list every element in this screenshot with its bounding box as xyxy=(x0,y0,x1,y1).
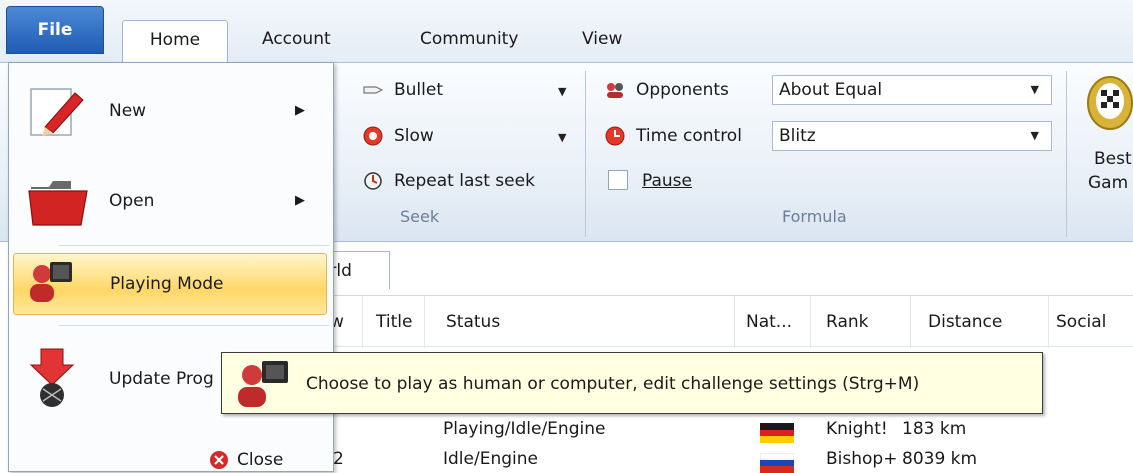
tab-account[interactable]: Account xyxy=(262,20,331,62)
time-control-label-item: Time control xyxy=(604,121,742,151)
best-games-label-line2: Gam xyxy=(1088,173,1129,193)
submenu-arrow-icon: ▶ xyxy=(295,193,305,208)
seek-group-label: Seek xyxy=(400,207,440,226)
slow-label: Slow xyxy=(394,126,434,146)
flag-ru-icon xyxy=(760,453,794,473)
column-header-status[interactable]: Status xyxy=(446,296,500,348)
trophy-icon xyxy=(1087,76,1133,130)
opponents-label: Opponents xyxy=(636,80,729,100)
menu-item-playing-mode-label: Playing Mode xyxy=(110,274,224,294)
column-header-rank[interactable]: Rank xyxy=(826,296,868,348)
close-button[interactable]: Close xyxy=(209,447,283,473)
ribbon-tab-strip: File Home Account Community View xyxy=(0,0,1133,62)
column-divider xyxy=(910,296,911,348)
rank-cell: Knight! xyxy=(826,419,888,439)
bullet-button[interactable]: Bullet xyxy=(362,75,443,105)
menu-item-playing-mode[interactable]: Playing Mode xyxy=(13,253,327,315)
distance-cell: 8039 km xyxy=(902,449,978,469)
pause-label[interactable]: Pause xyxy=(642,166,692,196)
opponents-label-item: Opponents xyxy=(604,75,729,105)
folder-icon xyxy=(28,181,88,226)
column-header-nation[interactable]: Nat... xyxy=(746,296,792,348)
opponents-combo[interactable]: About Equal ▼ xyxy=(772,75,1052,105)
playing-mode-icon xyxy=(30,262,72,302)
close-label: Close xyxy=(237,450,284,470)
pencil-icon xyxy=(30,88,84,136)
chevron-down-icon: ▼ xyxy=(1030,83,1039,96)
playing-mode-icon xyxy=(238,361,288,407)
time-control-label: Time control xyxy=(636,126,742,146)
best-games-label-line1: Best xyxy=(1094,149,1132,169)
column-header-title[interactable]: Title xyxy=(376,296,412,348)
opponents-icon xyxy=(607,83,623,98)
slow-clock-icon xyxy=(363,126,383,146)
menu-item-new-label: New xyxy=(109,101,147,121)
repeat-clock-icon xyxy=(364,172,382,190)
tab-community[interactable]: Community xyxy=(420,20,518,62)
column-divider xyxy=(424,296,425,348)
time-control-value: Blitz xyxy=(779,126,816,146)
column-divider xyxy=(734,296,735,348)
repeat-last-seek-label: Repeat last seek xyxy=(394,171,535,191)
chevron-down-icon: ▼ xyxy=(1030,129,1039,142)
time-control-combo[interactable]: Blitz ▼ xyxy=(772,121,1052,151)
menu-separator xyxy=(59,245,329,246)
close-icon xyxy=(210,451,228,469)
slow-button[interactable]: Slow xyxy=(362,121,434,151)
tab-view[interactable]: View xyxy=(582,20,622,62)
rank-cell: Bishop+ xyxy=(826,449,898,469)
menu-item-open-label: Open xyxy=(109,191,155,211)
row-index-cell: 2 xyxy=(333,449,344,469)
opponents-value: About Equal xyxy=(779,80,883,100)
menu-item-open[interactable]: Open ▶ xyxy=(13,161,327,241)
bullet-icon xyxy=(363,86,384,94)
submenu-arrow-icon: ▶ xyxy=(295,103,305,118)
formula-group-label: Formula xyxy=(782,207,847,226)
column-divider xyxy=(810,296,811,348)
list-header: w Title Status Nat... Rank Distance Soci… xyxy=(300,295,1133,348)
column-divider xyxy=(362,296,363,348)
tooltip-text: Choose to play as human or computer, edi… xyxy=(306,374,920,394)
best-games-button[interactable]: Best Gam xyxy=(1082,71,1133,211)
group-separator xyxy=(585,71,586,237)
tab-home[interactable]: Home xyxy=(122,20,228,62)
group-separator xyxy=(1066,71,1067,237)
distance-cell: 183 km xyxy=(902,419,967,439)
repeat-last-seek-button[interactable]: Repeat last seek xyxy=(362,166,535,196)
menu-separator xyxy=(59,325,329,326)
column-header-distance[interactable]: Distance xyxy=(928,296,1002,348)
bullet-dropdown-arrow-icon[interactable]: ▼ xyxy=(558,85,566,98)
menu-item-update-program-label: Update Prog xyxy=(109,369,214,389)
column-divider xyxy=(1048,296,1049,348)
column-header-social[interactable]: Social xyxy=(1056,296,1106,348)
status-cell: Idle/Engine xyxy=(443,449,538,469)
time-control-icon xyxy=(605,126,625,146)
flag-de-icon xyxy=(760,423,794,443)
playing-mode-tooltip: Choose to play as human or computer, edi… xyxy=(221,352,1043,414)
status-cell: Playing/Idle/Engine xyxy=(443,419,606,439)
pause-checkbox[interactable] xyxy=(608,170,628,190)
menu-item-new[interactable]: New ▶ xyxy=(13,71,327,151)
update-icon xyxy=(29,348,75,407)
slow-dropdown-arrow-icon[interactable]: ▼ xyxy=(558,131,566,144)
bullet-label: Bullet xyxy=(394,80,444,100)
tab-file[interactable]: File xyxy=(6,6,104,54)
